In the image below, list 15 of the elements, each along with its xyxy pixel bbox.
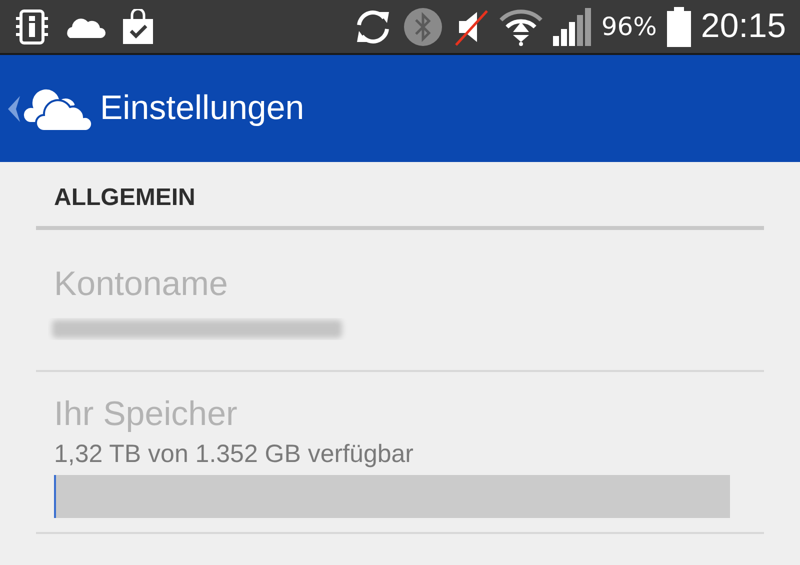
section-header: ALLGEMEIN [53, 183, 196, 213]
bluetooth-icon [403, 6, 444, 46]
setting-title: Ihr Speicher [54, 394, 238, 434]
storage-summary: 1,32 TB von 1.352 GB verfügbar [54, 440, 414, 469]
back-chevron-icon [8, 96, 20, 122]
battery-percent: 96% [601, 12, 657, 41]
clock-time: 20:15 [700, 7, 786, 46]
signal-icon [553, 8, 592, 46]
chip-info-icon [14, 8, 50, 44]
screen-title: Einstellungen [100, 89, 304, 128]
settings-item[interactable]: Ihr Speicher 1,32 TB von 1.352 GB verfügbar [36, 372, 764, 532]
setting-title: Kontoname [54, 264, 229, 304]
battery-icon [666, 6, 691, 46]
wifi-icon [499, 8, 544, 46]
shopping-bag-check-icon [120, 8, 156, 44]
